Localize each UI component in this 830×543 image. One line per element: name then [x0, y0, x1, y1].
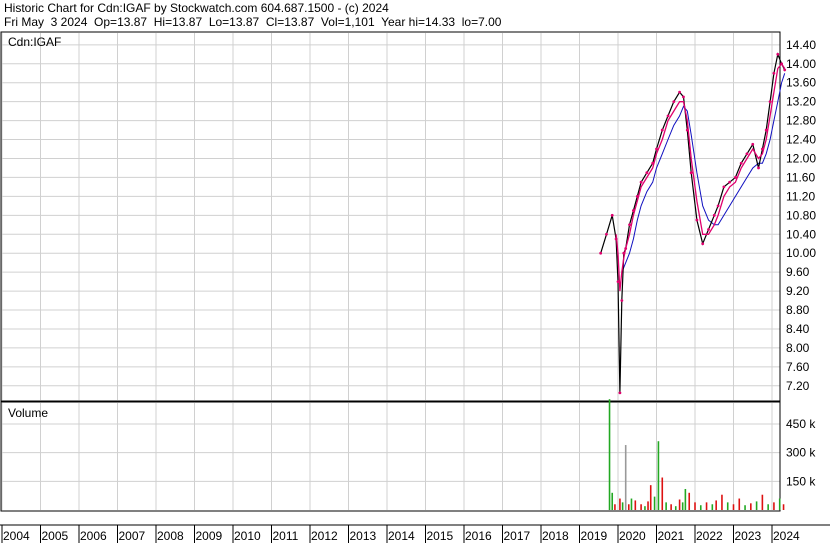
- price-point: [620, 299, 624, 302]
- year-label: 2022: [696, 529, 723, 543]
- price-tick-label: 10.80: [786, 208, 816, 222]
- price-tick-label: 10.00: [786, 246, 816, 260]
- year-label: 2017: [504, 529, 531, 543]
- price-panel-title: Cdn:IGAF: [8, 35, 61, 49]
- year-label: 2016: [465, 529, 492, 543]
- price-point: [599, 251, 603, 255]
- price-point: [685, 128, 689, 132]
- year-label: 2019: [581, 529, 608, 543]
- year-label: 2009: [196, 529, 223, 543]
- year-label: 2024: [773, 529, 800, 543]
- price-point: [614, 237, 618, 241]
- price-point: [760, 147, 764, 151]
- price-point: [745, 152, 749, 156]
- price-tick-label: 12.80: [786, 114, 816, 128]
- chart-grid: [1, 33, 780, 510]
- year-label: 2023: [735, 529, 762, 543]
- price-point: [751, 142, 755, 146]
- price-tick-label: 7.60: [786, 360, 810, 374]
- price-point: [678, 90, 681, 94]
- price-tick-label: 11.20: [786, 189, 815, 203]
- price-point: [628, 223, 631, 227]
- price-tick-label: 11.60: [786, 170, 815, 184]
- price-point: [783, 68, 787, 72]
- price-point: [707, 228, 710, 231]
- price-point: [780, 62, 784, 66]
- price-point: [605, 232, 608, 236]
- price-point: [757, 166, 760, 170]
- price-point: [635, 194, 639, 198]
- year-label: 2015: [427, 529, 454, 543]
- volume-y-axis: 450 k 300 k 150 k: [786, 417, 816, 488]
- price-tick-label: 12.00: [786, 151, 816, 165]
- price-point: [624, 247, 628, 250]
- price-tick-label: 13.20: [786, 95, 816, 109]
- volume-panel-title: Volume: [8, 406, 48, 420]
- price-point: [772, 71, 776, 75]
- price-point: [716, 204, 720, 208]
- price-point: [776, 52, 780, 56]
- year-label: 2005: [42, 529, 69, 543]
- volume-tick-label: 300 k: [786, 446, 816, 460]
- price-point: [712, 213, 716, 217]
- price-point: [722, 185, 726, 189]
- price-point: [739, 161, 743, 165]
- price-tick-label: 10.40: [786, 227, 816, 241]
- price-point: [689, 171, 693, 175]
- price-tick-label: 14.00: [786, 57, 816, 71]
- year-label: 2014: [388, 529, 415, 543]
- price-point: [666, 114, 670, 118]
- price-point: [639, 180, 643, 184]
- price-tick-label: 9.60: [786, 265, 810, 279]
- price-tick-label: 12.40: [786, 133, 816, 147]
- year-label: 2008: [157, 529, 184, 543]
- year-label: 2020: [619, 529, 646, 543]
- price-tick-label: 8.40: [786, 322, 810, 336]
- price-points: [599, 52, 787, 395]
- year-label: 2012: [311, 529, 338, 543]
- historic-chart: Cdn:IGAF Volume 14.40 14.00 13.60 13.20 12.8…: [0, 31, 830, 543]
- price-point: [734, 176, 737, 179]
- price-tick-label: 8.80: [786, 303, 810, 317]
- price-point: [701, 242, 705, 246]
- year-label: 2013: [350, 529, 377, 543]
- volume-tick-label: 450 k: [786, 417, 816, 431]
- year-label: 2018: [542, 529, 569, 543]
- year-label: 2004: [3, 529, 30, 543]
- price-tick-label: 14.40: [786, 38, 816, 52]
- price-point: [660, 128, 664, 132]
- price-point: [645, 171, 649, 175]
- price-point: [655, 147, 658, 151]
- price-point: [672, 100, 676, 104]
- price-tick-label: 13.60: [786, 76, 816, 90]
- year-label: 2021: [658, 529, 685, 543]
- price-point: [651, 161, 655, 165]
- price-point: [768, 100, 772, 104]
- price-point: [632, 209, 635, 212]
- price-point: [618, 391, 622, 395]
- year-label: 2010: [234, 529, 261, 543]
- volume-bars: [608, 399, 785, 510]
- year-label: 2006: [80, 529, 107, 543]
- price-line: [600, 52, 786, 393]
- year-x-axis: 2004 2005 2006 2007 2008 2009 2010 2011 2012 2013…: [1, 525, 800, 543]
- price-point: [622, 251, 626, 255]
- price-point: [610, 213, 614, 217]
- year-label: 2011: [273, 529, 299, 543]
- price-tick-label: 7.20: [786, 379, 810, 393]
- year-label: 2007: [119, 529, 146, 543]
- price-tick-label: 8.00: [786, 341, 810, 355]
- price-point: [682, 95, 685, 99]
- price-point: [695, 218, 699, 222]
- price-y-axis: 14.40 14.00 13.60 13.20 12.80 12.40 12.00 11.60…: [786, 38, 816, 393]
- price-point: [616, 280, 620, 284]
- price-point: [728, 180, 732, 184]
- volume-tick-label: 150 k: [786, 474, 816, 488]
- price-point: [764, 128, 768, 132]
- price-tick-label: 9.20: [786, 284, 810, 298]
